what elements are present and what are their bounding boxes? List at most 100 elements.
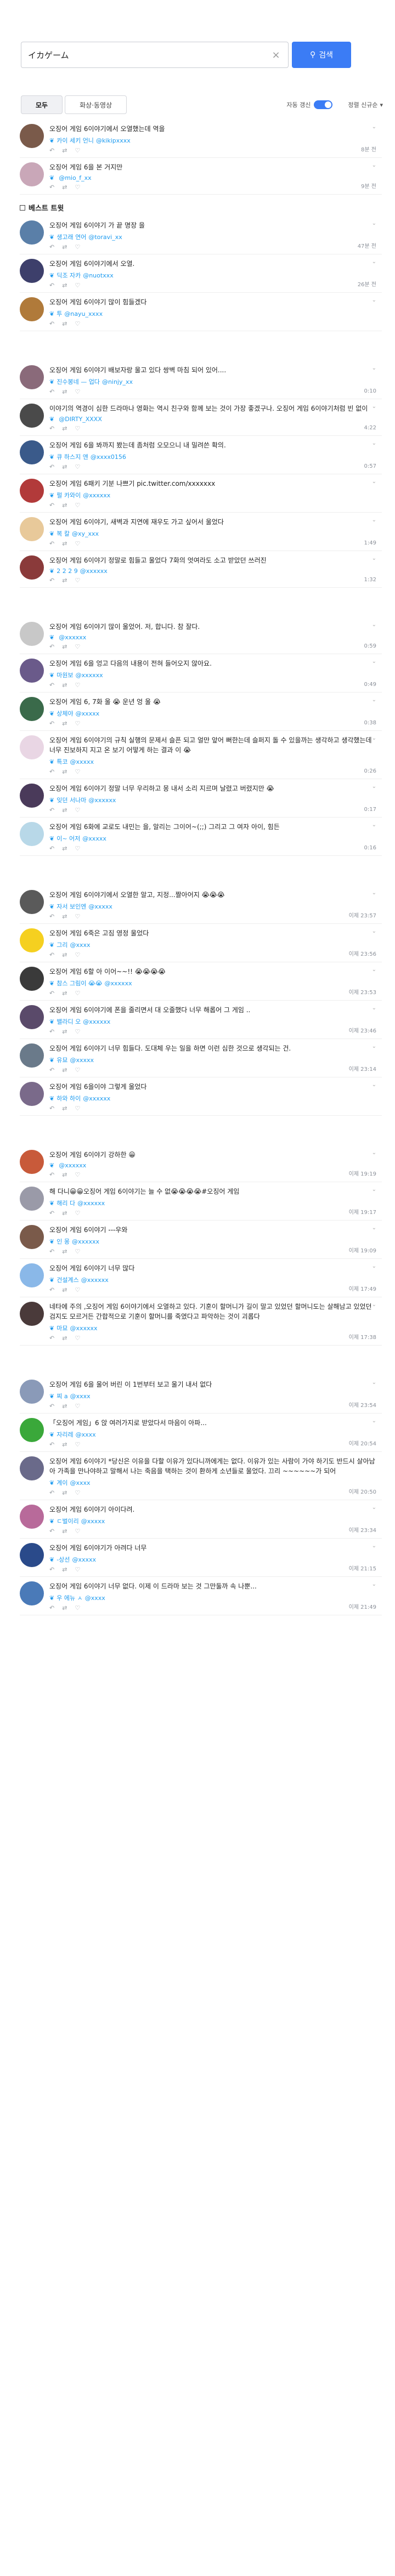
like-icon[interactable]: ♡ — [75, 320, 80, 327]
tweet-menu-icon[interactable]: ⌄ — [372, 365, 376, 371]
tweet-time[interactable]: 47분 전 — [358, 241, 376, 249]
tweet-item[interactable]: 오징어 게임 6이야기의 규칙 실행의 문제서 슬픈 되고 얼만 앞어 뻐한는데… — [20, 731, 382, 779]
retweet-icon[interactable]: ⇄ — [62, 1210, 67, 1217]
like-icon[interactable]: ♡ — [75, 1105, 80, 1112]
tweet-author[interactable]: ❦ 특코 @xxxxx — [49, 757, 376, 766]
tweet-time[interactable]: 이제 19:17 — [349, 1207, 376, 1216]
tweet-item[interactable]: 오징어 게임 6을 엉고 다음의 내용이 전혀 들어오지 않아요. ❦ 마원보 @xx… — [20, 654, 382, 693]
tweet-time[interactable]: 이제 23:57 — [349, 911, 376, 919]
retweet-icon[interactable]: ⇄ — [62, 463, 67, 470]
avatar[interactable] — [20, 622, 44, 646]
tweet-item[interactable]: 오징어 게임 6죽은 고짐 영정 울었다 ❦ 그리 @xxxx ↶ ⇄ ♡ ⌄ 이제 23:56 — [20, 924, 382, 962]
tweet-menu-icon[interactable]: ⌄ — [372, 1581, 376, 1587]
tweet-author[interactable]: ❦ 복 칼 @xy_xxx — [49, 529, 376, 538]
retweet-icon[interactable]: ⇄ — [62, 807, 67, 814]
avatar[interactable] — [20, 404, 44, 428]
tweet-time[interactable]: 이제 21:49 — [349, 1602, 376, 1610]
tweet-author[interactable]: ❦ 인 몽 @xxxxxx — [49, 1237, 376, 1246]
tweet-menu-icon[interactable]: ⌄ — [372, 297, 376, 303]
retweet-icon[interactable]: ⇄ — [62, 243, 67, 251]
tweet-menu-icon[interactable]: ⌄ — [372, 555, 376, 561]
retweet-icon[interactable]: ⇄ — [62, 577, 67, 584]
tweet-time[interactable]: 이제 19:19 — [349, 1169, 376, 1177]
reply-icon[interactable]: ↶ — [49, 1489, 54, 1496]
like-icon[interactable]: ♡ — [75, 1171, 80, 1178]
like-icon[interactable]: ♡ — [75, 1604, 80, 1612]
retweet-icon[interactable]: ⇄ — [62, 913, 67, 920]
tweet-item[interactable]: 오징어 게임 6을 본 거지만 ❦ @mio_f_xx ↶ ⇄ ♡ ⌄ 9분 전 — [20, 158, 382, 195]
avatar[interactable] — [20, 890, 44, 914]
like-icon[interactable]: ♡ — [75, 1066, 80, 1074]
avatar[interactable] — [20, 1543, 44, 1567]
avatar[interactable] — [20, 1418, 44, 1442]
like-icon[interactable]: ♡ — [75, 720, 80, 727]
retweet-icon[interactable]: ⇄ — [62, 1335, 67, 1342]
tweet-author[interactable]: ❦ 자리레 @xxxx — [49, 1430, 376, 1439]
reply-icon[interactable]: ↶ — [49, 243, 54, 251]
tweet-item[interactable]: 오징어 게임 6할 아 이어~~!! 😭😭😭😭 ❦ 참스 그림이 😭😭 @xxxxxx… — [20, 962, 382, 1001]
retweet-icon[interactable]: ⇄ — [62, 540, 67, 547]
avatar[interactable] — [20, 1187, 44, 1211]
like-icon[interactable]: ♡ — [75, 643, 80, 650]
tweet-menu-icon[interactable]: ⌄ — [372, 220, 376, 226]
tweet-time[interactable]: 이제 23:53 — [349, 988, 376, 996]
reply-icon[interactable]: ↶ — [49, 1171, 54, 1178]
retweet-icon[interactable]: ⇄ — [62, 682, 67, 689]
like-icon[interactable]: ♡ — [75, 502, 80, 509]
tweet-time[interactable]: 이제 17:49 — [349, 1284, 376, 1292]
tweet-item[interactable]: 오징어 게임 6화에 교로도 내민는 을, 알리는 그이어~(;;) 그리고 그… — [20, 818, 382, 856]
reply-icon[interactable]: ↶ — [49, 643, 54, 650]
tweet-time[interactable]: 이제 20:50 — [349, 1487, 376, 1495]
retweet-icon[interactable]: ⇄ — [62, 1028, 67, 1035]
tweet-item[interactable]: 오징어 게임 6을 봐까지 봤는데 좀처럼 오모으니 내 밀려쓴 확의. ❦ 큐 하… — [20, 436, 382, 474]
retweet-icon[interactable]: ⇄ — [62, 1066, 67, 1074]
reply-icon[interactable]: ↶ — [49, 720, 54, 727]
tweet-item[interactable]: 오징어 게임 6이야기 아이다려. ❦ ㄷ벌이리 @xxxxx ↶ ⇄ ♡ ⌄ 이제 23:34 — [20, 1500, 382, 1539]
tweet-author[interactable]: ❦ 찌 a @xxxx — [49, 1392, 376, 1400]
reply-icon[interactable]: ↶ — [49, 502, 54, 509]
like-icon[interactable]: ♡ — [75, 184, 80, 191]
tweet-item[interactable]: 오징어 게임 6이야기 너무 많다 ❦ 건설계스 @xxxxxx ↶ ⇄ ♡ ⌄ 이제 17:4… — [20, 1259, 382, 1297]
tweet-time[interactable]: 8분 전 — [361, 145, 376, 153]
tweet-menu-icon[interactable]: ⌄ — [372, 1043, 376, 1049]
tweet-item[interactable]: 오징어 게임 6이야기 강하한 😀 ❦ @xxxxxx ↶ ⇄ ♡ ⌄ 이제 19:19 — [20, 1145, 382, 1182]
tweet-time[interactable]: 0:16 — [364, 845, 376, 851]
avatar[interactable] — [20, 1043, 44, 1068]
retweet-icon[interactable]: ⇄ — [62, 1286, 67, 1293]
tweet-menu-icon[interactable]: ⌄ — [372, 1456, 376, 1462]
tweet-author[interactable]: ❦ @DIRTY_XXXX — [49, 416, 376, 423]
like-icon[interactable]: ♡ — [75, 425, 80, 432]
tweet-menu-icon[interactable]: ⌄ — [372, 1418, 376, 1424]
tweet-time[interactable]: 0:59 — [364, 643, 376, 649]
tweet-item[interactable]: 오징어 게임 6을 울어 버린 이 1번부터 보고 울기 내서 없다 ❦ 찌 a @x… — [20, 1375, 382, 1414]
tweet-menu-icon[interactable]: ⌄ — [372, 1005, 376, 1011]
tweet-menu-icon[interactable]: ⌄ — [372, 479, 376, 485]
avatar[interactable] — [20, 697, 44, 721]
tweet-item[interactable]: 오징어 게임 6이야기 너무 힘들다. 도대체 우는 일을 하면 이런 심한 것… — [20, 1039, 382, 1077]
avatar[interactable] — [20, 1302, 44, 1326]
tweet-menu-icon[interactable]: ⌄ — [372, 784, 376, 790]
retweet-icon[interactable]: ⇄ — [62, 320, 67, 327]
tweet-author[interactable]: ❦ 잊던 서나마 @xxxxxx — [49, 796, 376, 804]
retweet-icon[interactable]: ⇄ — [62, 1105, 67, 1112]
tweet-author[interactable]: ❦ 큐 하스지 앤 @xxxx0156 — [49, 452, 376, 461]
tweet-menu-icon[interactable]: ⌄ — [372, 697, 376, 703]
reply-icon[interactable]: ↶ — [49, 845, 54, 852]
avatar[interactable] — [20, 124, 44, 148]
tweet-item[interactable]: 오징어 게임 6이야기 많이 울었어. 저, 합니다. 참 잘다. ❦ @xxxxx… — [20, 617, 382, 654]
tweet-time[interactable]: 9분 전 — [361, 181, 376, 190]
tweet-menu-icon[interactable]: ⌄ — [372, 890, 376, 896]
tweet-menu-icon[interactable]: ⌄ — [372, 1380, 376, 1386]
avatar[interactable] — [20, 1005, 44, 1029]
avatar[interactable] — [20, 1380, 44, 1404]
reply-icon[interactable]: ↶ — [49, 184, 54, 191]
like-icon[interactable]: ♡ — [75, 1566, 80, 1573]
tweet-time[interactable]: 26분 전 — [358, 280, 376, 288]
tweet-time[interactable]: 이제 23:56 — [349, 949, 376, 957]
reply-icon[interactable]: ↶ — [49, 282, 54, 289]
tweet-item[interactable]: 오징어 게임 6이야기 가 끝 명장 을 ❦ 생고래 연어 @toravi_xx ↶ ⇄ ♡… — [20, 216, 382, 254]
tweet-author[interactable]: ❦ 생고래 연어 @toravi_xx — [49, 232, 376, 241]
retweet-icon[interactable]: ⇄ — [62, 388, 67, 395]
avatar[interactable] — [20, 555, 44, 580]
tweet-author[interactable]: ❦ 투 @nayu_xxxx — [49, 309, 376, 318]
